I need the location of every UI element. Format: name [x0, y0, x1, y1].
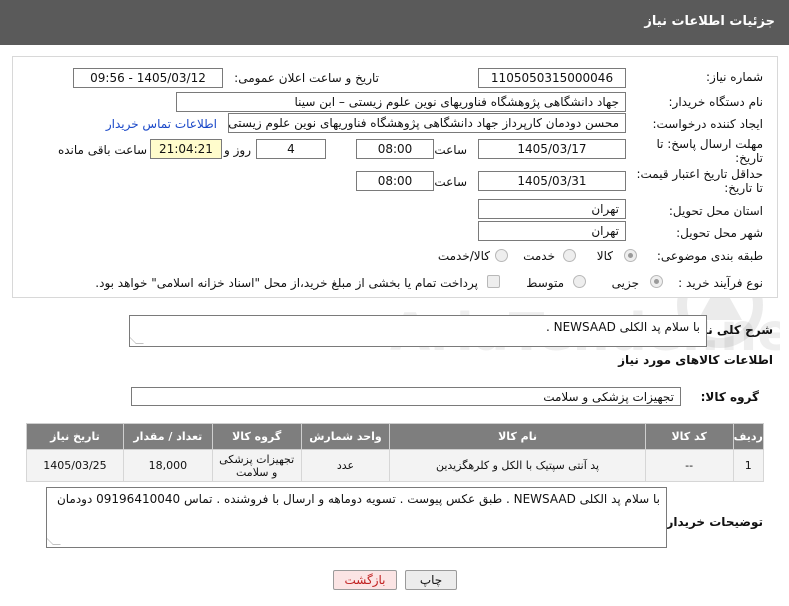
province-label: استان محل تحویل:: [668, 204, 763, 218]
buyer-org-field: جهاد دانشگاهی پژوهشگاه فناوریهای نوین عل…: [176, 92, 626, 112]
cell-group: تجهیزات پزشکی و سلامت: [211, 449, 302, 482]
goods-section-title: اطلاعات کالاهای مورد نیاز: [618, 353, 773, 367]
back-button[interactable]: بازگشت: [333, 570, 397, 590]
summary-text: با سلام پد الکلی NEWSAAD .: [545, 320, 700, 334]
category-radio-goods[interactable]: [624, 249, 637, 262]
requester-label: ایجاد کننده درخواست:: [652, 117, 763, 131]
cell-unit: عدد: [300, 449, 391, 482]
price-time-label: ساعت: [434, 175, 467, 189]
reply-deadline-label-2: تاریخ:: [735, 151, 763, 165]
print-button[interactable]: چاپ: [405, 570, 457, 590]
resize-handle[interactable]: [47, 537, 61, 545]
buyer-notes-textarea: با سلام پد الکلی NEWSAAD . طبق عکس پیوست…: [46, 487, 667, 548]
cell-row: 1: [732, 449, 765, 482]
requester-field: محسن دودمان کارپرداز جهاد دانشگاهی پژوهش…: [228, 113, 626, 133]
price-validity-time-field: 08:00: [356, 171, 434, 191]
price-validity-label: حداقل تاریخ اعتبار قیمت:: [636, 167, 763, 181]
category-label: طبقه بندی موضوعی:: [656, 249, 763, 263]
cell-quantity: 18,000: [122, 449, 213, 482]
col-group: گروه کالا: [211, 423, 302, 450]
buyer-contact-link[interactable]: اطلاعات تماس خریدار: [106, 117, 217, 131]
need-number-label: شماره نیاز:: [706, 70, 763, 84]
days-remaining-field: 4: [256, 139, 326, 159]
page-title: جزئیات اطلاعات نیاز: [644, 14, 775, 29]
remaining-time-field: 21:04:21: [150, 139, 222, 159]
remaining-time-label: ساعت باقی مانده: [57, 143, 147, 157]
cell-code: --: [644, 449, 734, 482]
announce-label: تاریخ و ساعت اعلان عمومی:: [234, 71, 379, 85]
need-number-field: 1105050315000046: [478, 68, 626, 88]
table-row: 1 -- پد آنتی سپتیک با الکل و کلرهگزیدین …: [26, 449, 765, 482]
buyer-org-label: نام دستگاه خریدار:: [668, 95, 764, 109]
table-header-row: ردیف کد کالا نام کالا واحد شمارش گروه کا…: [26, 423, 765, 450]
buyer-notes-text: با سلام پد الکلی NEWSAAD . طبق عکس پیوست…: [56, 492, 660, 506]
category-radio-service[interactable]: [563, 249, 576, 262]
col-quantity: تعداد / مقدار: [122, 423, 213, 450]
days-and-label: روز و: [224, 143, 251, 157]
category-radio-goods-service[interactable]: [495, 249, 508, 262]
treasury-bonds-checkbox[interactable]: [487, 275, 500, 288]
province-field: تهران: [478, 199, 626, 219]
city-label: شهر محل تحویل:: [676, 226, 763, 240]
goods-table: ردیف کد کالا نام کالا واحد شمارش گروه کا…: [26, 423, 765, 482]
col-row: ردیف: [732, 423, 765, 450]
page-header: جزئیات اطلاعات نیاز: [0, 0, 789, 45]
reply-date-field: 1405/03/17: [478, 139, 626, 159]
goods-group-label: گروه کالا:: [700, 390, 759, 404]
reply-deadline-label: مهلت ارسال پاسخ: تا: [656, 137, 763, 151]
col-unit: واحد شمارش: [300, 423, 391, 450]
category-option-goods: کالا: [596, 249, 613, 263]
purchase-radio-medium[interactable]: [573, 275, 586, 288]
purchase-option-medium: متوسط: [526, 276, 564, 290]
payment-note: پرداخت تمام یا بخشی از مبلغ خرید،از محل …: [95, 276, 478, 290]
price-validity-date-field: 1405/03/31: [478, 171, 626, 191]
announce-datetime-field: 1405/03/12 - 09:56: [73, 68, 223, 88]
col-code: کد کالا: [644, 423, 734, 450]
purchase-type-label: نوع فرآیند خرید :: [678, 276, 763, 290]
col-name: نام کالا: [389, 423, 646, 450]
purchase-radio-minor[interactable]: [650, 275, 663, 288]
price-validity-label-2: تا تاریخ:: [724, 181, 763, 195]
cell-name: پد آنتی سپتیک با الکل و کلرهگزیدین: [389, 449, 646, 482]
col-date: تاریخ نیاز: [26, 423, 124, 450]
resize-handle[interactable]: [130, 336, 144, 344]
summary-textarea: با سلام پد الکلی NEWSAAD .: [129, 315, 707, 347]
city-field: تهران: [478, 221, 626, 241]
category-option-service: خدمت: [523, 249, 555, 263]
buyer-notes-label: توضیحات خریدار:: [661, 515, 763, 529]
goods-group-field: تجهیزات پزشکی و سلامت: [131, 387, 681, 406]
reply-time-label: ساعت: [434, 143, 467, 157]
category-option-goods-service: کالا/خدمت: [437, 249, 490, 263]
reply-time-field: 08:00: [356, 139, 434, 159]
cell-date: 1405/03/25: [26, 449, 124, 482]
purchase-option-minor: جزیی: [611, 276, 639, 290]
